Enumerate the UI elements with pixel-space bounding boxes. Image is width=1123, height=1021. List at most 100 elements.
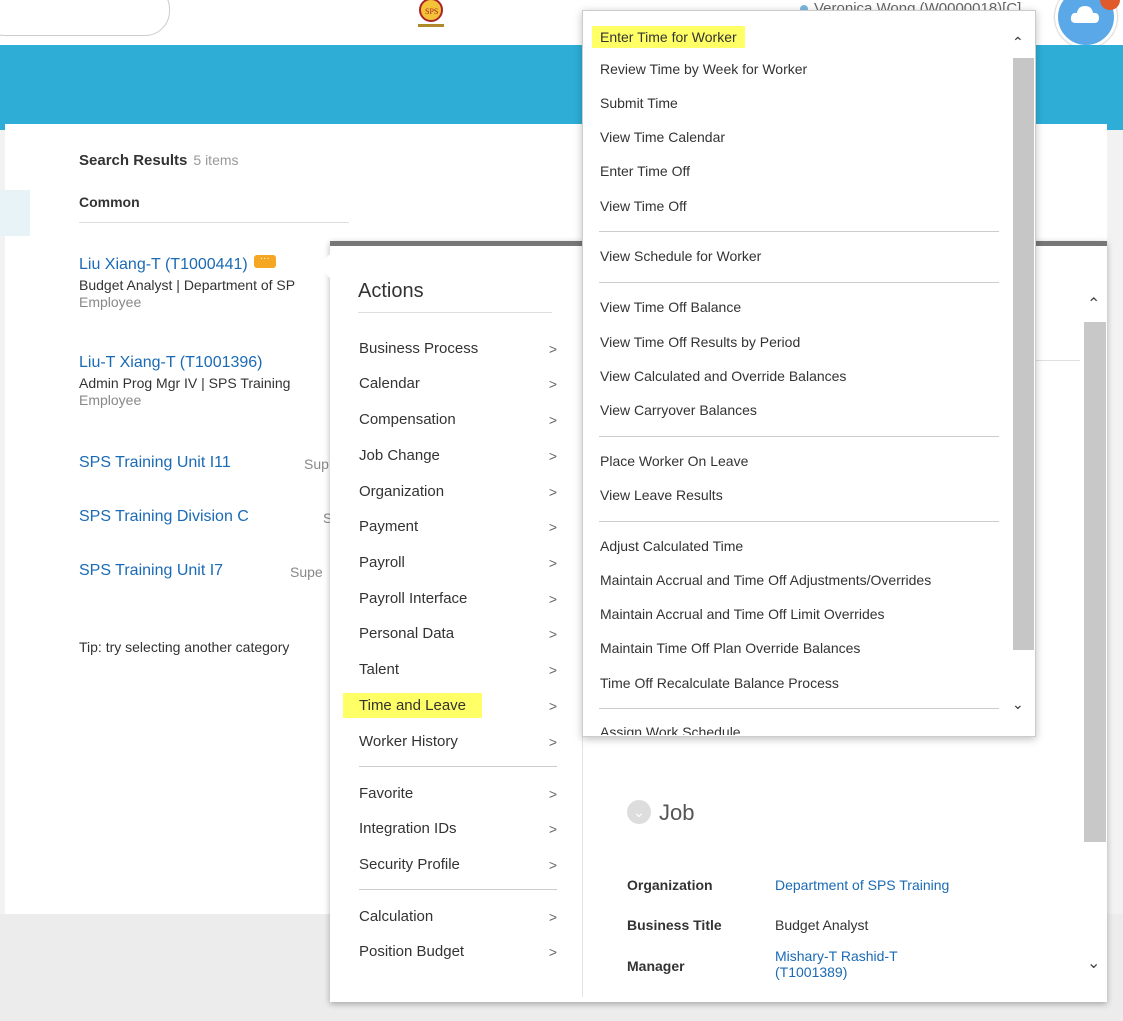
divider (358, 312, 552, 313)
submenu-item-view-calculated-and-override-balances[interactable]: View Calculated and Override Balances (600, 368, 846, 384)
submenu-item-view-schedule-for-worker[interactable]: View Schedule for Worker (600, 248, 761, 264)
submenu-item-review-time-by-week-for-worker[interactable]: Review Time by Week for Worker (600, 61, 807, 77)
divider (359, 889, 557, 890)
submenu-item-assign-work-schedule[interactable]: Assign Work Schedule (600, 724, 741, 735)
menu-item-label: Payroll Interface (359, 590, 468, 607)
scroll-up-icon[interactable]: ⌃ (1012, 34, 1024, 51)
result-item: SPS Training Unit I7 (79, 562, 223, 580)
submenu-scrollbar[interactable] (1013, 58, 1034, 650)
chevron-down-icon[interactable]: ⌄ (627, 800, 651, 825)
menu-item-security-profile[interactable]: Security Profile > (359, 851, 557, 879)
detail-scrollbar[interactable] (1084, 322, 1106, 842)
menu-item-label: Position Budget (359, 943, 465, 960)
result-item: SPS Training Division C (79, 508, 249, 526)
menu-item-integration-ids[interactable]: Integration IDs > (359, 815, 557, 843)
submenu-item-view-time-off[interactable]: View Time Off (600, 198, 687, 214)
submenu-item-adjust-calculated-time[interactable]: Adjust Calculated Time (600, 538, 743, 554)
result-subtitle: Budget Analyst | Department of SP (79, 277, 296, 293)
menu-item-calendar[interactable]: Calendar > (359, 370, 557, 398)
divider (599, 231, 999, 232)
business-title-value: Budget Analyst (775, 917, 869, 933)
submenu-item-place-worker-on-leave[interactable]: Place Worker On Leave (600, 453, 748, 469)
menu-item-label: Integration IDs (359, 820, 457, 837)
result-link[interactable]: SPS Training Division C (79, 508, 249, 525)
menu-item-label: Compensation (359, 411, 456, 428)
related-actions-button[interactable]: ··· (253, 254, 276, 269)
result-item: Liu-T Xiang-T (T1001396) Admin Prog Mgr … (79, 354, 290, 408)
submenu-item-view-time-off-results-by-period[interactable]: View Time Off Results by Period (600, 334, 800, 350)
menu-item-personal-data[interactable]: Personal Data > (359, 620, 557, 648)
menu-item-label: Talent (359, 661, 400, 678)
menu-item-label: Payment (359, 518, 419, 535)
submenu-item-view-time-calendar[interactable]: View Time Calendar (600, 129, 725, 145)
menu-item-compensation[interactable]: Compensation > (359, 406, 557, 434)
scroll-down-icon[interactable]: ⌄ (1087, 953, 1100, 973)
menu-item-payment[interactable]: Payment > (359, 513, 557, 541)
submenu-item-view-time-off-balance[interactable]: View Time Off Balance (600, 299, 741, 315)
submenu-item-time-off-recalculate-balance-process[interactable]: Time Off Recalculate Balance Process (600, 675, 839, 691)
submenu-item-maintain-accrual-and-time-off-adjustments-overrides[interactable]: Maintain Accrual and Time Off Adjustment… (600, 572, 931, 588)
submenu-item-enter-time-for-worker[interactable]: Enter Time for Worker (592, 26, 745, 48)
cloud-icon (1070, 6, 1099, 23)
menu-item-label: Time and Leave (343, 693, 483, 718)
job-section-header[interactable]: ⌄ Job (627, 800, 694, 826)
chevron-right-icon: > (548, 412, 557, 428)
chevron-right-icon: > (548, 484, 557, 500)
svg-text:SPS: SPS (425, 7, 438, 16)
divider (599, 436, 999, 437)
job-field-label: Manager (627, 958, 685, 974)
menu-item-talent[interactable]: Talent > (359, 656, 557, 684)
menu-item-label: Personal Data (359, 625, 455, 642)
result-type: Employee (79, 392, 142, 408)
submenu-item-enter-time-off[interactable]: Enter Time Off (600, 163, 690, 179)
chevron-right-icon: > (548, 448, 557, 464)
result-type: Employee (79, 294, 142, 310)
menu-item-job-change[interactable]: Job Change > (359, 442, 557, 470)
divider (359, 766, 557, 767)
menu-item-position-budget[interactable]: Position Budget > (359, 938, 557, 966)
result-link[interactable]: Liu-T Xiang-T (T1001396) (79, 354, 263, 371)
menu-item-favorite[interactable]: Favorite > (359, 780, 557, 808)
result-subtitle: Admin Prog Mgr IV | SPS Training (79, 375, 291, 391)
menu-item-payroll-interface[interactable]: Payroll Interface > (359, 585, 557, 613)
menu-item-business-process[interactable]: Business Process > (359, 335, 557, 363)
submenu-item-view-leave-results[interactable]: View Leave Results (600, 487, 723, 503)
manager-link[interactable]: Mishary-T Rashid-T (T1001389) (775, 948, 898, 980)
submenu-item-maintain-time-off-plan-override-balances[interactable]: Maintain Time Off Plan Override Balances (600, 640, 860, 656)
divider (79, 222, 349, 223)
result-type: Supe (290, 564, 323, 580)
chevron-right-icon: > (548, 341, 557, 357)
menu-item-organization[interactable]: Organization > (359, 478, 557, 506)
scroll-up-icon[interactable]: ⌃ (1087, 294, 1100, 314)
menu-item-payroll[interactable]: Payroll > (359, 549, 557, 577)
result-link[interactable]: Liu Xiang-T (T1000441) (79, 256, 248, 273)
chevron-right-icon: > (548, 555, 557, 571)
menu-item-label: Job Change (359, 447, 440, 464)
organization-link[interactable]: Department of SPS Training (775, 877, 949, 893)
scroll-down-icon[interactable]: ⌄ (1012, 696, 1024, 713)
submenu-item-submit-time[interactable]: Submit Time (600, 95, 678, 111)
category-tab[interactable] (0, 190, 30, 236)
submenu-item-view-carryover-balances[interactable]: View Carryover Balances (600, 402, 757, 418)
chevron-right-icon: > (548, 591, 557, 607)
actions-title: Actions (358, 280, 424, 302)
menu-item-time-and-leave[interactable]: Time and Leave > (343, 692, 557, 720)
result-link[interactable]: SPS Training Unit I11 (79, 454, 231, 471)
chevron-right-icon: > (548, 857, 557, 873)
result-link[interactable]: SPS Training Unit I7 (79, 562, 223, 579)
submenu-item-maintain-accrual-and-time-off-limit-overrides[interactable]: Maintain Accrual and Time Off Limit Over… (600, 606, 885, 622)
menu-item-calculation[interactable]: Calculation > (359, 903, 557, 931)
company-logo: SPS (410, 0, 452, 30)
job-field-label: Business Title (627, 917, 722, 933)
chevron-right-icon: > (548, 698, 557, 714)
menu-item-worker-history[interactable]: Worker History > (359, 728, 557, 756)
chevron-right-icon: > (548, 376, 557, 392)
chevron-right-icon: > (548, 821, 557, 837)
chevron-right-icon: > (548, 734, 557, 750)
divider (1035, 360, 1080, 361)
global-search-input[interactable] (0, 0, 170, 36)
menu-item-label: Calendar (359, 375, 420, 392)
chevron-right-icon: > (548, 519, 557, 535)
divider (599, 708, 999, 709)
menu-item-label: Payroll (359, 554, 405, 571)
